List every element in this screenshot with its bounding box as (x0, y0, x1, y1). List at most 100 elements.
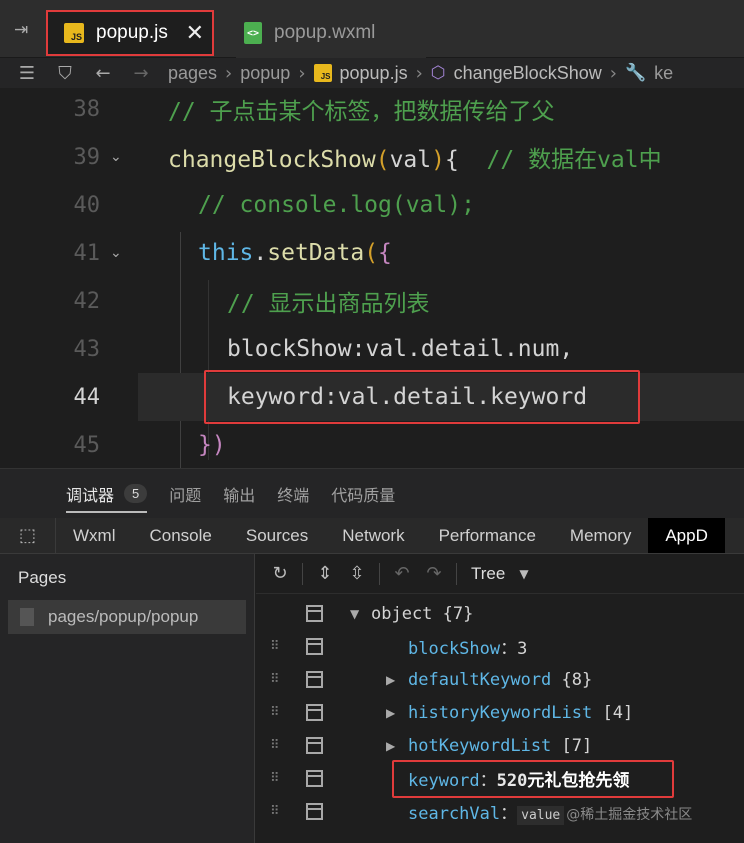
expand-all-icon[interactable]: ⇕ (309, 563, 341, 584)
toolbar-divider (379, 562, 380, 585)
sidebar-toggle-icon[interactable]: ⇥ (14, 20, 38, 44)
code-line: 39 ⌄ changeBlockShow(val){ // 数据在val中 (0, 133, 744, 181)
toolbar-divider (456, 562, 457, 585)
line-number: 43 (73, 336, 101, 362)
tree-key: defaultKeyword (408, 669, 552, 690)
method-cube-icon: ⬡ (430, 63, 446, 83)
tab-issues[interactable]: 问题 (169, 469, 201, 519)
breadcrumb-item-method[interactable]: changeBlockShow (454, 63, 602, 84)
code-line: 43 blockShow:val.detail.num, (0, 325, 744, 373)
tab-appdata[interactable]: AppD (648, 518, 725, 553)
line-number: 44 (73, 384, 101, 410)
node-icon (306, 704, 323, 721)
tree-row[interactable]: ⠿ ▶ hotKeywordList [7] (256, 729, 744, 762)
code-text: blockShow:val.detail.num, (227, 336, 574, 362)
wxml-file-icon: <> (244, 22, 262, 44)
breadcrumb-item-file[interactable]: popup.js (340, 63, 408, 84)
close-icon[interactable]: ✕ (186, 21, 204, 46)
node-icon (306, 770, 323, 787)
line-number: 39 (73, 144, 101, 170)
drag-handle-icon[interactable]: ⠿ (270, 672, 279, 687)
tree-row[interactable]: ⠿ blockShow：3 (256, 630, 744, 663)
chevron-right-icon: › (609, 62, 617, 84)
tree-row-root[interactable]: ▼ object {7} (256, 597, 744, 630)
code-comment: // 子点击某个标签，把数据传给了父 (168, 99, 555, 125)
tab-popup-wxml[interactable]: <> popup.wxml (236, 8, 426, 58)
caret-right-icon[interactable]: ▶ (386, 706, 395, 720)
drag-handle-icon[interactable]: ⠿ (270, 639, 279, 654)
tab-network[interactable]: Network (325, 518, 421, 553)
outline-list-icon[interactable]: ☰ (16, 63, 38, 84)
redo-icon[interactable]: ↷ (418, 563, 450, 584)
forward-arrow-icon[interactable]: → (130, 63, 152, 84)
line-number: 42 (73, 288, 101, 314)
tree-key: searchVal (408, 804, 501, 824)
breadcrumb-item-property[interactable]: ke (654, 63, 673, 84)
highlight-box (204, 370, 640, 424)
tab-output[interactable]: 输出 (223, 469, 255, 519)
caret-right-icon[interactable]: ▶ (386, 739, 395, 753)
tab-popup-js[interactable]: JS popup.js ✕ (46, 10, 214, 56)
property-value: val.detail.num (365, 336, 560, 362)
code-comment: // 数据在val中 (486, 147, 662, 173)
code-text: this.setData({ (198, 240, 392, 266)
node-icon (306, 605, 323, 622)
editor-tab-bar: ⇥ JS popup.js ✕ <> popup.wxml (0, 0, 744, 58)
tree-row[interactable]: ⠿ ▶ historyKeywordList [4] (256, 696, 744, 729)
tree-row[interactable]: ⠿ ▶ defaultKeyword {8} (256, 663, 744, 696)
undo-icon[interactable]: ↶ (386, 563, 418, 584)
param-name: val (389, 147, 432, 173)
refresh-icon[interactable]: ↻ (264, 563, 296, 584)
tree-row[interactable]: ⠿ searchVal： value @稀土掘金技术社区 (256, 795, 744, 828)
drag-handle-icon[interactable]: ⠿ (270, 804, 279, 819)
breadcrumb: ☰ ⛉ ← → pages › popup › JS popup.js › ⬡ … (0, 58, 744, 88)
tree-key: blockShow (408, 639, 501, 659)
node-icon (306, 638, 323, 655)
page-list-item[interactable]: pages/popup/popup (8, 600, 246, 634)
fold-chevron-icon[interactable]: ⌄ (110, 245, 122, 261)
caret-down-icon[interactable]: ▼ (350, 607, 359, 621)
code-line: 40 // console.log(val); (0, 181, 744, 229)
code-line: 38 // 子点击某个标签，把数据传给了父 (0, 88, 744, 133)
tab-sources[interactable]: Sources (229, 518, 325, 553)
root-count: {7} (442, 603, 474, 624)
caret-right-icon[interactable]: ▶ (386, 673, 395, 687)
node-icon (306, 737, 323, 754)
line-number: 45 (73, 432, 101, 458)
toolbar-divider (302, 562, 303, 585)
tab-terminal[interactable]: 终端 (277, 469, 309, 519)
caret-down-icon[interactable]: ▼ (519, 567, 528, 581)
tab-code-quality[interactable]: 代码质量 (331, 469, 395, 519)
line-number: 41 (73, 240, 101, 266)
appdata-panel: ↻ ⇕ ⇳ ↶ ↷ Tree ▼ ▼ object {7} ⠿ blockSho… (256, 554, 744, 843)
breadcrumb-item-pages[interactable]: pages (168, 63, 217, 84)
js-file-icon: JS (313, 64, 332, 82)
tab-label: popup.js (96, 22, 168, 43)
tab-wxml[interactable]: Wxml (56, 518, 132, 553)
debugger-tab-bar: 调试器 5 问题 输出 终端 代码质量 (0, 468, 744, 518)
highlight-box (392, 760, 674, 798)
tab-console[interactable]: Console (132, 518, 228, 553)
drag-handle-icon[interactable]: ⠿ (270, 705, 279, 720)
back-arrow-icon[interactable]: ← (92, 63, 114, 84)
function-name: changeBlockShow (168, 147, 376, 173)
drag-handle-icon[interactable]: ⠿ (270, 771, 279, 786)
tree-count: {8} (561, 669, 593, 690)
tab-memory[interactable]: Memory (553, 518, 648, 553)
fold-chevron-icon[interactable]: ⌄ (110, 149, 122, 165)
pages-panel: Pages pages/popup/popup (0, 554, 255, 843)
tab-debugger[interactable]: 调试器 5 (66, 469, 148, 519)
tree-key: hotKeywordList (408, 735, 552, 756)
node-icon (306, 671, 323, 688)
inspect-element-icon[interactable]: ⬚ (0, 518, 56, 553)
tree-count: [4] (602, 702, 634, 723)
code-editor[interactable]: 38 // 子点击某个标签，把数据传给了父 39 ⌄ changeBlockSh… (0, 88, 744, 468)
collapse-all-icon[interactable]: ⇳ (341, 563, 373, 584)
tab-performance[interactable]: Performance (422, 518, 553, 553)
tree-entry: defaultKeyword {8} (408, 670, 592, 690)
drag-handle-icon[interactable]: ⠿ (270, 738, 279, 753)
bookmark-icon[interactable]: ⛉ (54, 63, 76, 84)
view-mode-select[interactable]: Tree (471, 564, 505, 584)
tree-value: 3 (517, 639, 528, 659)
breadcrumb-item-popup[interactable]: popup (240, 63, 290, 84)
